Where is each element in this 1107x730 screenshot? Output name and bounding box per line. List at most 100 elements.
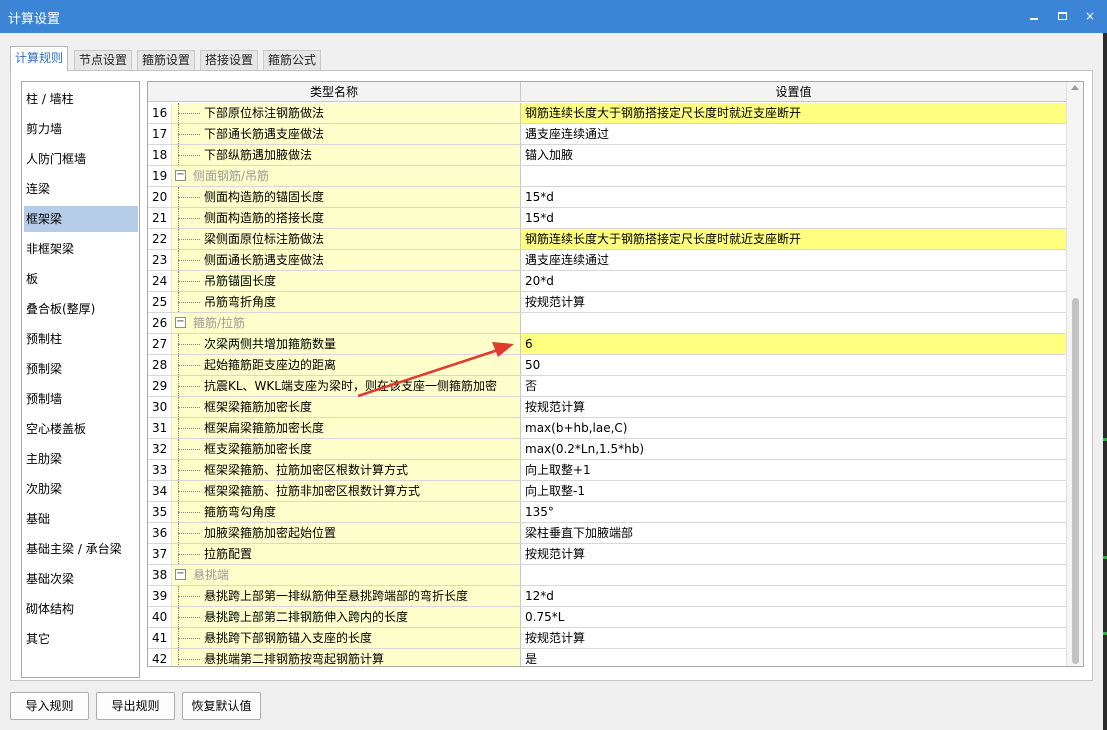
setting-name: 框架梁箍筋加密长度 (204, 400, 313, 414)
setting-value-cell[interactable]: max(0.2*Ln,1.5*hb) (521, 439, 1067, 459)
setting-value-cell[interactable]: 135° (521, 502, 1067, 522)
tab-lap-settings[interactable]: 搭接设置 (200, 50, 259, 70)
table-row[interactable]: 16 下部原位标注钢筋做法 钢筋连续长度大于钢筋搭接定尺长度时就近支座断开 (148, 103, 1067, 124)
table-row[interactable]: 19− 侧面钢筋/吊筋 (148, 166, 1067, 187)
sidebar-item[interactable]: 叠合板(整厚) (24, 296, 138, 322)
setting-value-cell[interactable]: 钢筋连续长度大于钢筋搭接定尺长度时就近支座断开 (521, 103, 1067, 123)
tree-connector (178, 439, 204, 459)
table-row[interactable]: 35 箍筋弯勾角度 135° (148, 502, 1067, 523)
table-row[interactable]: 21 侧面构造筋的搭接长度 15*d (148, 208, 1067, 229)
setting-value-cell[interactable]: 按规范计算 (521, 628, 1067, 648)
table-row[interactable]: 25 吊筋弯折角度 按规范计算 (148, 292, 1067, 313)
collapse-icon[interactable]: − (175, 170, 186, 181)
maximize-icon[interactable] (1054, 6, 1072, 26)
table-row[interactable]: 28 起始箍筋距支座边的距离 50 (148, 355, 1067, 376)
column-header-value[interactable]: 设置值 (521, 82, 1067, 102)
sidebar-item[interactable]: 空心楼盖板 (24, 416, 138, 442)
collapse-icon[interactable]: − (175, 317, 186, 328)
setting-value-cell[interactable]: 梁柱垂直下加腋端部 (521, 523, 1067, 543)
tab-stirrup-formula[interactable]: 箍筋公式 (263, 50, 322, 70)
setting-value-cell[interactable]: 0.75*L (521, 607, 1067, 627)
setting-value-cell[interactable]: 按规范计算 (521, 544, 1067, 564)
table-row[interactable]: 36 加腋梁箍筋加密起始位置 梁柱垂直下加腋端部 (148, 523, 1067, 544)
minimize-icon[interactable] (1025, 6, 1043, 26)
setting-value-cell[interactable]: 6 (521, 334, 1067, 354)
import-rules-button[interactable]: 导入规则 (10, 692, 89, 720)
setting-name-cell: − 悬挑端 (172, 565, 521, 585)
sidebar-item[interactable]: 柱 / 墙柱 (24, 86, 138, 112)
sidebar-item[interactable]: 预制墙 (24, 386, 138, 412)
setting-value-cell[interactable]: 12*d (521, 586, 1067, 606)
table-row[interactable]: 27 次梁两侧共增加箍筋数量 6 (148, 334, 1067, 355)
export-rules-button[interactable]: 导出规则 (96, 692, 175, 720)
row-number: 35 (148, 502, 172, 522)
table-row[interactable]: 40 悬挑跨上部第二排钢筋伸入跨内的长度 0.75*L (148, 607, 1067, 628)
table-row[interactable]: 34 框架梁箍筋、拉筋非加密区根数计算方式 向上取整-1 (148, 481, 1067, 502)
table-row[interactable]: 42 悬挑端第二排钢筋按弯起钢筋计算 是 (148, 649, 1067, 666)
tree-connector (178, 229, 204, 249)
column-header-name[interactable]: 类型名称 (148, 82, 521, 102)
sidebar-item[interactable]: 非框架梁 (24, 236, 138, 262)
table-row[interactable]: 38− 悬挑端 (148, 565, 1067, 586)
setting-value-cell[interactable]: 否 (521, 376, 1067, 396)
setting-value-cell[interactable]: 15*d (521, 208, 1067, 228)
collapse-icon[interactable]: − (175, 569, 186, 580)
table-row[interactable]: 22 梁侧面原位标注筋做法 钢筋连续长度大于钢筋搭接定尺长度时就近支座断开 (148, 229, 1067, 250)
setting-value-cell[interactable]: 遇支座连续通过 (521, 250, 1067, 270)
table-row[interactable]: 33 框架梁箍筋、拉筋加密区根数计算方式 向上取整+1 (148, 460, 1067, 481)
setting-name: 侧面构造筋的搭接长度 (204, 211, 325, 225)
setting-value-cell[interactable]: 向上取整+1 (521, 460, 1067, 480)
sidebar-item[interactable]: 基础主梁 / 承台梁 (24, 536, 138, 562)
table-row[interactable]: 26− 箍筋/拉筋 (148, 313, 1067, 334)
sidebar-item[interactable]: 板 (24, 266, 138, 292)
row-number: 34 (148, 481, 172, 501)
sidebar-item[interactable]: 基础次梁 (24, 566, 138, 592)
sidebar-item[interactable]: 连梁 (24, 176, 138, 202)
table-row[interactable]: 17 下部通长筋遇支座做法 遇支座连续通过 (148, 124, 1067, 145)
setting-value-cell[interactable]: 向上取整-1 (521, 481, 1067, 501)
sidebar-item[interactable]: 主肋梁 (24, 446, 138, 472)
table-row[interactable]: 39 悬挑跨上部第一排纵筋伸至悬挑跨端部的弯折长度 12*d (148, 586, 1067, 607)
close-icon[interactable]: × (1081, 6, 1099, 26)
table-row[interactable]: 29 抗震KL、WKL端支座为梁时，则在该支座一侧箍筋加密 否 (148, 376, 1067, 397)
sidebar-item[interactable]: 砌体结构 (24, 596, 138, 622)
row-number: 23 (148, 250, 172, 270)
sidebar-item[interactable]: 预制梁 (24, 356, 138, 382)
setting-value-cell[interactable]: 钢筋连续长度大于钢筋搭接定尺长度时就近支座断开 (521, 229, 1067, 249)
table-row[interactable]: 23 侧面通长筋遇支座做法 遇支座连续通过 (148, 250, 1067, 271)
table-row[interactable]: 30 框架梁箍筋加密长度 按规范计算 (148, 397, 1067, 418)
table-row[interactable]: 37 拉筋配置 按规范计算 (148, 544, 1067, 565)
setting-value-cell[interactable]: 锚入加腋 (521, 145, 1067, 165)
table-row[interactable]: 20 侧面构造筋的锚固长度 15*d (148, 187, 1067, 208)
setting-value-cell[interactable]: 是 (521, 649, 1067, 666)
sidebar-item[interactable]: 其它 (24, 626, 138, 652)
scrollbar-thumb[interactable] (1072, 298, 1079, 664)
table-row[interactable]: 31 框架扁梁箍筋加密长度 max(b+hb,lae,C) (148, 418, 1067, 439)
setting-name-cell: 拉筋配置 (172, 544, 521, 564)
tab-stirrup-settings[interactable]: 箍筋设置 (137, 50, 196, 70)
table-row[interactable]: 32 框支梁箍筋加密长度 max(0.2*Ln,1.5*hb) (148, 439, 1067, 460)
vertical-scrollbar[interactable] (1066, 82, 1083, 666)
sidebar-item[interactable]: 次肋梁 (24, 476, 138, 502)
scroll-up-icon[interactable] (1071, 85, 1079, 90)
setting-value-cell[interactable]: 按规范计算 (521, 292, 1067, 312)
setting-value-cell[interactable]: 50 (521, 355, 1067, 375)
setting-value-cell[interactable]: 按规范计算 (521, 397, 1067, 417)
settings-table: 类型名称 设置值 16 下部原位标注钢筋做法 钢筋连续长度大于钢筋搭接定尺长度时就近… (147, 81, 1084, 667)
setting-value-cell[interactable]: 15*d (521, 187, 1067, 207)
table-row[interactable]: 18 下部纵筋遇加腋做法 锚入加腋 (148, 145, 1067, 166)
setting-value-cell[interactable]: 20*d (521, 271, 1067, 291)
setting-value-cell[interactable]: 遇支座连续通过 (521, 124, 1067, 144)
sidebar-item[interactable]: 预制柱 (24, 326, 138, 352)
restore-defaults-button[interactable]: 恢复默认值 (182, 692, 261, 720)
table-row[interactable]: 41 悬挑跨下部钢筋锚入支座的长度 按规范计算 (148, 628, 1067, 649)
setting-value-cell[interactable]: max(b+hb,lae,C) (521, 418, 1067, 438)
sidebar-item[interactable]: 框架梁 (24, 206, 138, 232)
tab-calc-rules[interactable]: 计算规则 (10, 46, 69, 71)
table-row[interactable]: 24 吊筋锚固长度 20*d (148, 271, 1067, 292)
tab-node-settings[interactable]: 节点设置 (74, 50, 133, 70)
sidebar-item[interactable]: 基础 (24, 506, 138, 532)
sidebar-item[interactable]: 剪力墙 (24, 116, 138, 142)
sidebar-item[interactable]: 人防门框墙 (24, 146, 138, 172)
tree-connector (178, 103, 204, 123)
